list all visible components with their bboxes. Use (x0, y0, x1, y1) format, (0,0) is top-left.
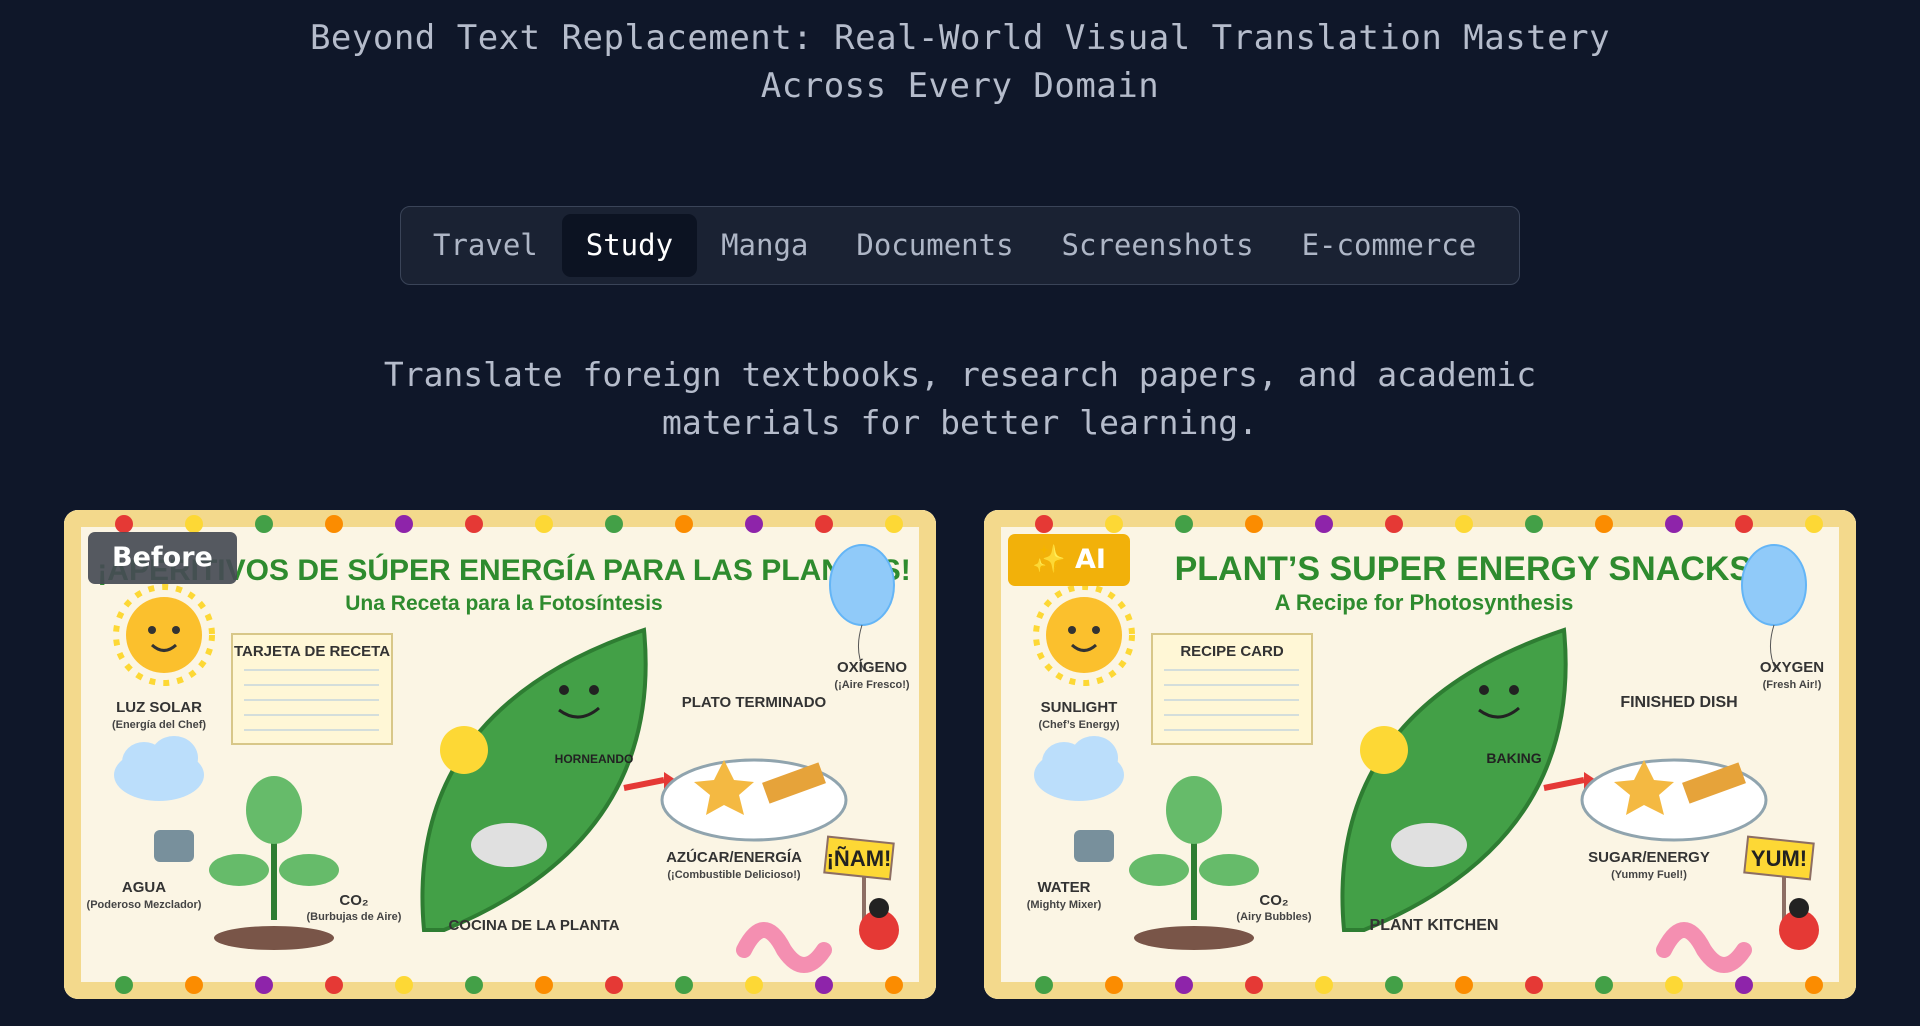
poster-label: (Yummy Fuel!) (1611, 869, 1687, 881)
poster-label: OXYGEN (1760, 659, 1824, 676)
poster-label: AGUA (122, 879, 166, 896)
poster-label: SUNLIGHT (1041, 699, 1118, 716)
page-title: Beyond Text Replacement: Real-World Visu… (309, 18, 1611, 106)
poster-label: WATER (1037, 879, 1090, 896)
tab-study[interactable]: Study (561, 214, 698, 277)
poster-label: (Chef’s Energy) (1038, 719, 1119, 731)
before-badge: Before (88, 532, 237, 584)
tab-ecommerce[interactable]: E-commerce (1278, 214, 1501, 277)
tab-travel[interactable]: Travel (409, 214, 562, 277)
poster-label: CO₂ (339, 892, 368, 909)
poster-label: (Fresh Air!) (1763, 679, 1822, 691)
poster-title: PLANT’S SUPER ENERGY SNACKS! (1175, 550, 1764, 588)
poster-label: BAKING (1486, 750, 1541, 766)
before-image: ¡APERITIVOS DE SÚPER ENERGÍA PARA LAS PL… (64, 510, 936, 999)
poster-label: (Energía del Chef) (112, 719, 206, 731)
poster-label: (Mighty Mixer) (1027, 899, 1102, 911)
poster-subtitle: A Recipe for Photosynthesis (1275, 590, 1574, 615)
tab-screenshots[interactable]: Screenshots (1038, 214, 1278, 277)
tab-documents[interactable]: Documents (832, 214, 1037, 277)
poster-label: ¡ÑAM! (827, 846, 892, 871)
poster-label: OXÍGENO (837, 659, 907, 676)
poster-label: (¡Combustible Delicioso!) (667, 869, 801, 881)
poster-label: AZÚCAR/ENERGÍA (666, 848, 802, 866)
watering-can-icon (1074, 830, 1114, 862)
poster-label: PLATO TERMINADO (682, 694, 827, 711)
finished-dish-icon (1580, 758, 1768, 842)
category-tabs: Travel Study Manga Documents Screenshots… (400, 206, 1520, 285)
poster-label: (Burbujas de Aire) (307, 911, 402, 923)
poster-label: (¡Aire Fresco!) (834, 679, 910, 691)
poster-label: RECIPE CARD (1180, 643, 1284, 660)
after-image: PLANT’S SUPER ENERGY SNACKS! A Recipe fo… (984, 510, 1856, 999)
poster-label: FINISHED DISH (1620, 694, 1737, 711)
poster-label: (Poderoso Mezclador) (87, 899, 202, 911)
poster-label: HORNEANDO (555, 752, 634, 766)
poster-label: CO₂ (1259, 892, 1288, 909)
poster-label: TARJETA DE RECETA (234, 643, 390, 660)
poster-label: SUGAR/ENERGY (1588, 849, 1710, 866)
watering-can-icon (154, 830, 194, 862)
poster-label: (Airy Bubbles) (1236, 911, 1312, 923)
finished-dish-icon (660, 758, 848, 842)
poster-label: LUZ SOLAR (116, 699, 202, 716)
poster-label: PLANT KITCHEN (1370, 917, 1499, 934)
tab-manga[interactable]: Manga (697, 214, 832, 277)
poster-subtitle: Una Receta para la Fotosíntesis (345, 592, 662, 615)
poster-label: YUM! (1751, 846, 1807, 871)
ai-badge: ✨ AI (1008, 534, 1130, 586)
tab-description: Translate foreign textbooks, research pa… (383, 355, 1537, 442)
poster-label: COCINA DE LA PLANTA (448, 917, 619, 934)
